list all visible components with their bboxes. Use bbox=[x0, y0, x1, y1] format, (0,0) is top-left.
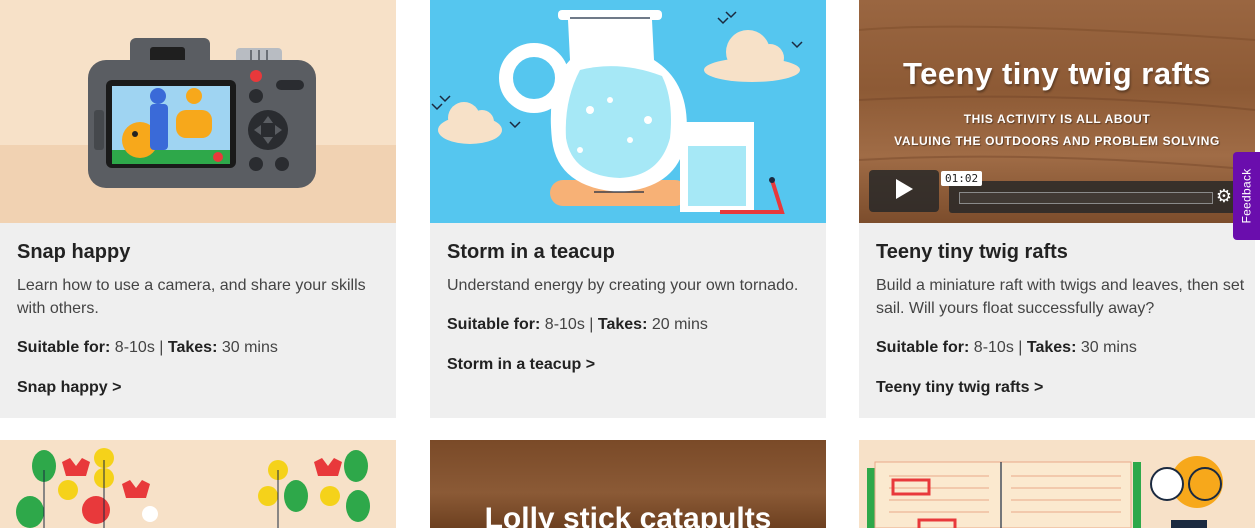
card-title: Snap happy bbox=[17, 241, 131, 263]
takes-label: Takes: bbox=[1026, 339, 1077, 356]
suitable-value: 8-10s bbox=[973, 339, 1014, 356]
storm-in-a-teacup-illustration bbox=[430, 0, 826, 223]
flowers-illustration bbox=[0, 440, 396, 528]
gear-icon[interactable]: ⚙ bbox=[1214, 186, 1234, 206]
play-button[interactable] bbox=[869, 170, 939, 212]
feedback-tab[interactable]: Feedback bbox=[1233, 152, 1260, 240]
activity-card-notebook[interactable] bbox=[859, 440, 1255, 528]
suitable-label: Suitable for: bbox=[17, 339, 111, 356]
snap-happy-illustration bbox=[0, 0, 396, 223]
card-description: Learn how to use a camera, and share you… bbox=[17, 277, 366, 317]
play-icon bbox=[894, 178, 914, 205]
progress-track[interactable] bbox=[959, 192, 1213, 204]
takes-value: 20 mins bbox=[651, 316, 708, 333]
takes-value: 30 mins bbox=[221, 339, 278, 356]
suitable-label: Suitable for: bbox=[876, 339, 970, 356]
activity-card-lolly-stick-catapults[interactable]: Lolly stick catapults bbox=[430, 440, 826, 528]
video-title: Teeny tiny twig rafts bbox=[903, 56, 1211, 91]
card-title: Storm in a teacup bbox=[447, 241, 615, 263]
activity-card-flowers[interactable] bbox=[0, 440, 396, 528]
card-link-storm-in-a-teacup[interactable]: Storm in a teacup > bbox=[447, 355, 595, 375]
meta-separator: | bbox=[589, 316, 594, 333]
suitable-label: Suitable for: bbox=[447, 316, 541, 333]
card-link-snap-happy[interactable]: Snap happy > bbox=[17, 378, 121, 398]
video-player[interactable]: Teeny tiny twig rafts THIS ACTIVITY IS A… bbox=[859, 0, 1255, 223]
card-meta: Suitable for: 8-10s | Takes: 20 mins bbox=[447, 315, 810, 335]
meta-separator: | bbox=[159, 339, 164, 356]
video-subtitle-line2: VALUING THE OUTDOORS AND PROBLEM SOLVING bbox=[894, 134, 1220, 148]
video-progress-bar[interactable] bbox=[949, 181, 1239, 213]
takes-value: 30 mins bbox=[1080, 339, 1137, 356]
card-description: Build a miniature raft with twigs and le… bbox=[876, 277, 1245, 317]
suitable-value: 8-10s bbox=[544, 316, 585, 333]
time-tooltip: 01:02 bbox=[941, 171, 983, 186]
catapults-video-thumbnail[interactable]: Lolly stick catapults bbox=[430, 440, 826, 528]
takes-label: Takes: bbox=[597, 316, 648, 333]
video-subtitle-line1: THIS ACTIVITY IS ALL ABOUT bbox=[963, 112, 1151, 126]
card-meta: Suitable for: 8-10s | Takes: 30 mins bbox=[876, 338, 1239, 358]
activity-card-storm-in-a-teacup[interactable]: Storm in a teacup Understand energy by c… bbox=[430, 0, 826, 418]
activity-card-twig-rafts[interactable]: Teeny tiny twig rafts THIS ACTIVITY IS A… bbox=[859, 0, 1255, 418]
card-title: Teeny tiny twig rafts bbox=[876, 241, 1068, 263]
suitable-value: 8-10s bbox=[114, 339, 155, 356]
card-meta: Suitable for: 8-10s | Takes: 30 mins bbox=[17, 338, 380, 358]
activity-card-snap-happy[interactable]: Snap happy Learn how to use a camera, an… bbox=[0, 0, 396, 418]
notebook-illustration bbox=[859, 440, 1255, 528]
takes-label: Takes: bbox=[167, 339, 218, 356]
card-link-twig-rafts[interactable]: Teeny tiny twig rafts > bbox=[876, 378, 1043, 398]
card-description: Understand energy by creating your own t… bbox=[447, 277, 799, 294]
catapults-title: Lolly stick catapults bbox=[484, 502, 772, 528]
feedback-label: Feedback bbox=[1239, 168, 1254, 224]
meta-separator: | bbox=[1018, 339, 1023, 356]
